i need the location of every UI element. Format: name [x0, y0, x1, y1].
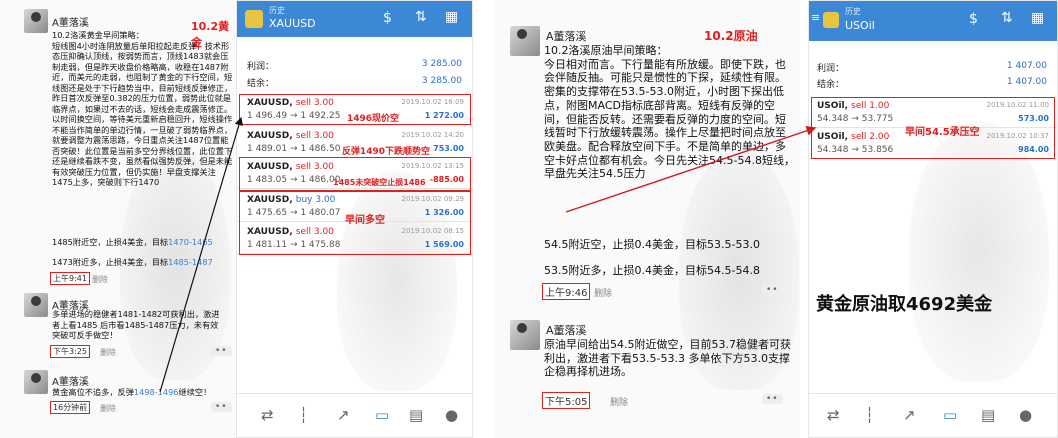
- connector-arrows: [159, 116, 817, 393]
- arrow-line: [565, 126, 817, 213]
- arrow-line: [159, 116, 243, 393]
